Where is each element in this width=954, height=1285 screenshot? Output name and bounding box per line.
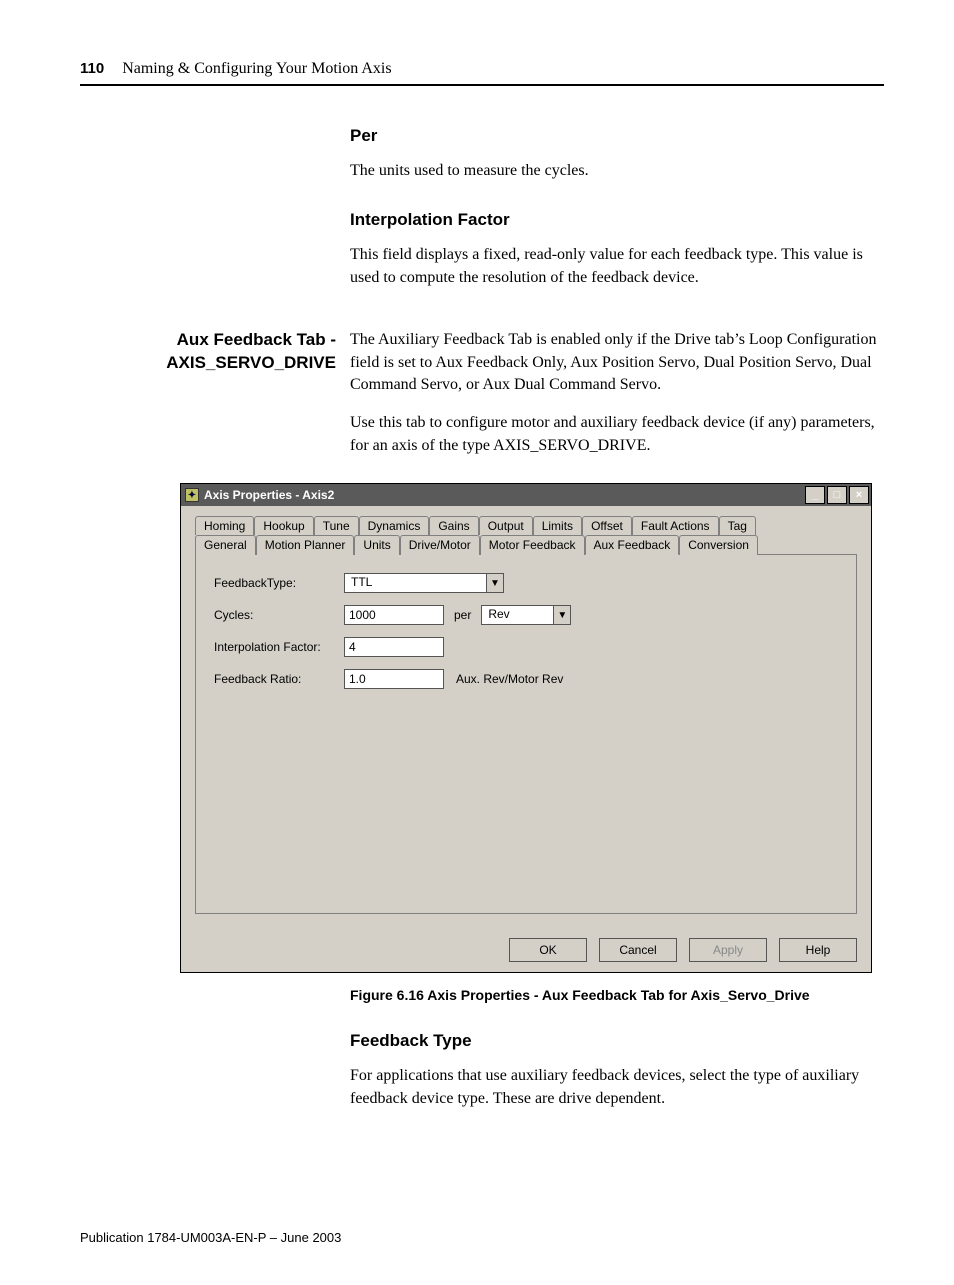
tab-drive-motor[interactable]: Drive/Motor [400, 535, 480, 555]
cycles-label: Cycles: [214, 608, 344, 622]
app-icon: ✦ [185, 488, 199, 502]
figure-caption: Figure 6.16 Axis Properties - Aux Feedba… [350, 987, 884, 1003]
feedback-type-value: TTL [345, 574, 378, 592]
chevron-down-icon: ▼ [553, 606, 570, 624]
tab-conversion[interactable]: Conversion [679, 535, 758, 555]
feedback-ratio-unit: Aux. Rev/Motor Rev [456, 672, 563, 686]
minimize-button[interactable]: _ [805, 486, 825, 504]
axis-properties-dialog: ✦ Axis Properties - Axis2 _ □ × Homing H… [180, 483, 872, 973]
cancel-button[interactable]: Cancel [599, 938, 677, 962]
feedback-ratio-label: Feedback Ratio: [214, 672, 344, 686]
page-number: 110 [80, 60, 104, 77]
aux-side-line1: Aux Feedback Tab - [80, 329, 336, 352]
dialog-button-row: OK Cancel Apply Help [181, 928, 871, 972]
maximize-button[interactable]: □ [827, 486, 847, 504]
tabstrip-row2: General Motion Planner Units Drive/Motor… [195, 535, 857, 555]
per-label: per [454, 608, 471, 622]
aux-side-line2: AXIS_SERVO_DRIVE [80, 352, 336, 375]
tab-gains[interactable]: Gains [429, 516, 478, 535]
dialog-title: Axis Properties - Axis2 [204, 488, 803, 502]
interpolation-body: This field displays a fixed, read-only v… [350, 244, 884, 289]
interpolation-heading: Interpolation Factor [350, 210, 884, 230]
tab-output[interactable]: Output [479, 516, 533, 535]
tab-hookup[interactable]: Hookup [254, 516, 313, 535]
apply-button[interactable]: Apply [689, 938, 767, 962]
feedback-type-body: For applications that use auxiliary feed… [350, 1065, 884, 1110]
tab-general[interactable]: General [195, 535, 256, 555]
per-heading: Per [350, 126, 884, 146]
aux-body-p1: The Auxiliary Feedback Tab is enabled on… [350, 329, 884, 396]
tab-aux-feedback[interactable]: Aux Feedback [585, 535, 680, 555]
tab-limits[interactable]: Limits [533, 516, 582, 535]
tab-offset[interactable]: Offset [582, 516, 632, 535]
aux-body-p2: Use this tab to configure motor and auxi… [350, 412, 884, 457]
chevron-down-icon: ▼ [486, 574, 503, 592]
close-button[interactable]: × [849, 486, 869, 504]
interpolation-factor-input[interactable] [344, 637, 444, 657]
tab-tune[interactable]: Tune [314, 516, 359, 535]
aux-feedback-side-label: Aux Feedback Tab - AXIS_SERVO_DRIVE [80, 329, 350, 473]
feedback-ratio-input[interactable] [344, 669, 444, 689]
per-body: The units used to measure the cycles. [350, 160, 884, 182]
publication-line: Publication 1784-UM003A-EN-P – June 2003 [80, 1230, 884, 1245]
cycles-input[interactable] [344, 605, 444, 625]
tab-fault-actions[interactable]: Fault Actions [632, 516, 719, 535]
tab-tag[interactable]: Tag [719, 516, 756, 535]
chapter-title: Naming & Configuring Your Motion Axis [122, 60, 391, 78]
tab-dynamics[interactable]: Dynamics [359, 516, 430, 535]
tab-units[interactable]: Units [354, 535, 399, 555]
per-unit-value: Rev [482, 606, 515, 624]
tab-homing[interactable]: Homing [195, 516, 254, 535]
ok-button[interactable]: OK [509, 938, 587, 962]
feedback-type-dropdown[interactable]: TTL ▼ [344, 573, 504, 593]
feedback-type-label: FeedbackType: [214, 576, 344, 590]
tab-motor-feedback[interactable]: Motor Feedback [480, 535, 585, 555]
per-unit-dropdown[interactable]: Rev ▼ [481, 605, 571, 625]
tabstrip-row1: Homing Hookup Tune Dynamics Gains Output… [195, 516, 857, 535]
dialog-titlebar: ✦ Axis Properties - Axis2 _ □ × [181, 484, 871, 506]
help-button[interactable]: Help [779, 938, 857, 962]
tab-motion-planner[interactable]: Motion Planner [256, 535, 355, 555]
feedback-type-heading: Feedback Type [350, 1031, 884, 1051]
page-header: 110 Naming & Configuring Your Motion Axi… [80, 60, 884, 86]
aux-feedback-panel: FeedbackType: TTL ▼ Cycles: per Rev ▼ [195, 554, 857, 914]
interpolation-factor-label: Interpolation Factor: [214, 640, 344, 654]
